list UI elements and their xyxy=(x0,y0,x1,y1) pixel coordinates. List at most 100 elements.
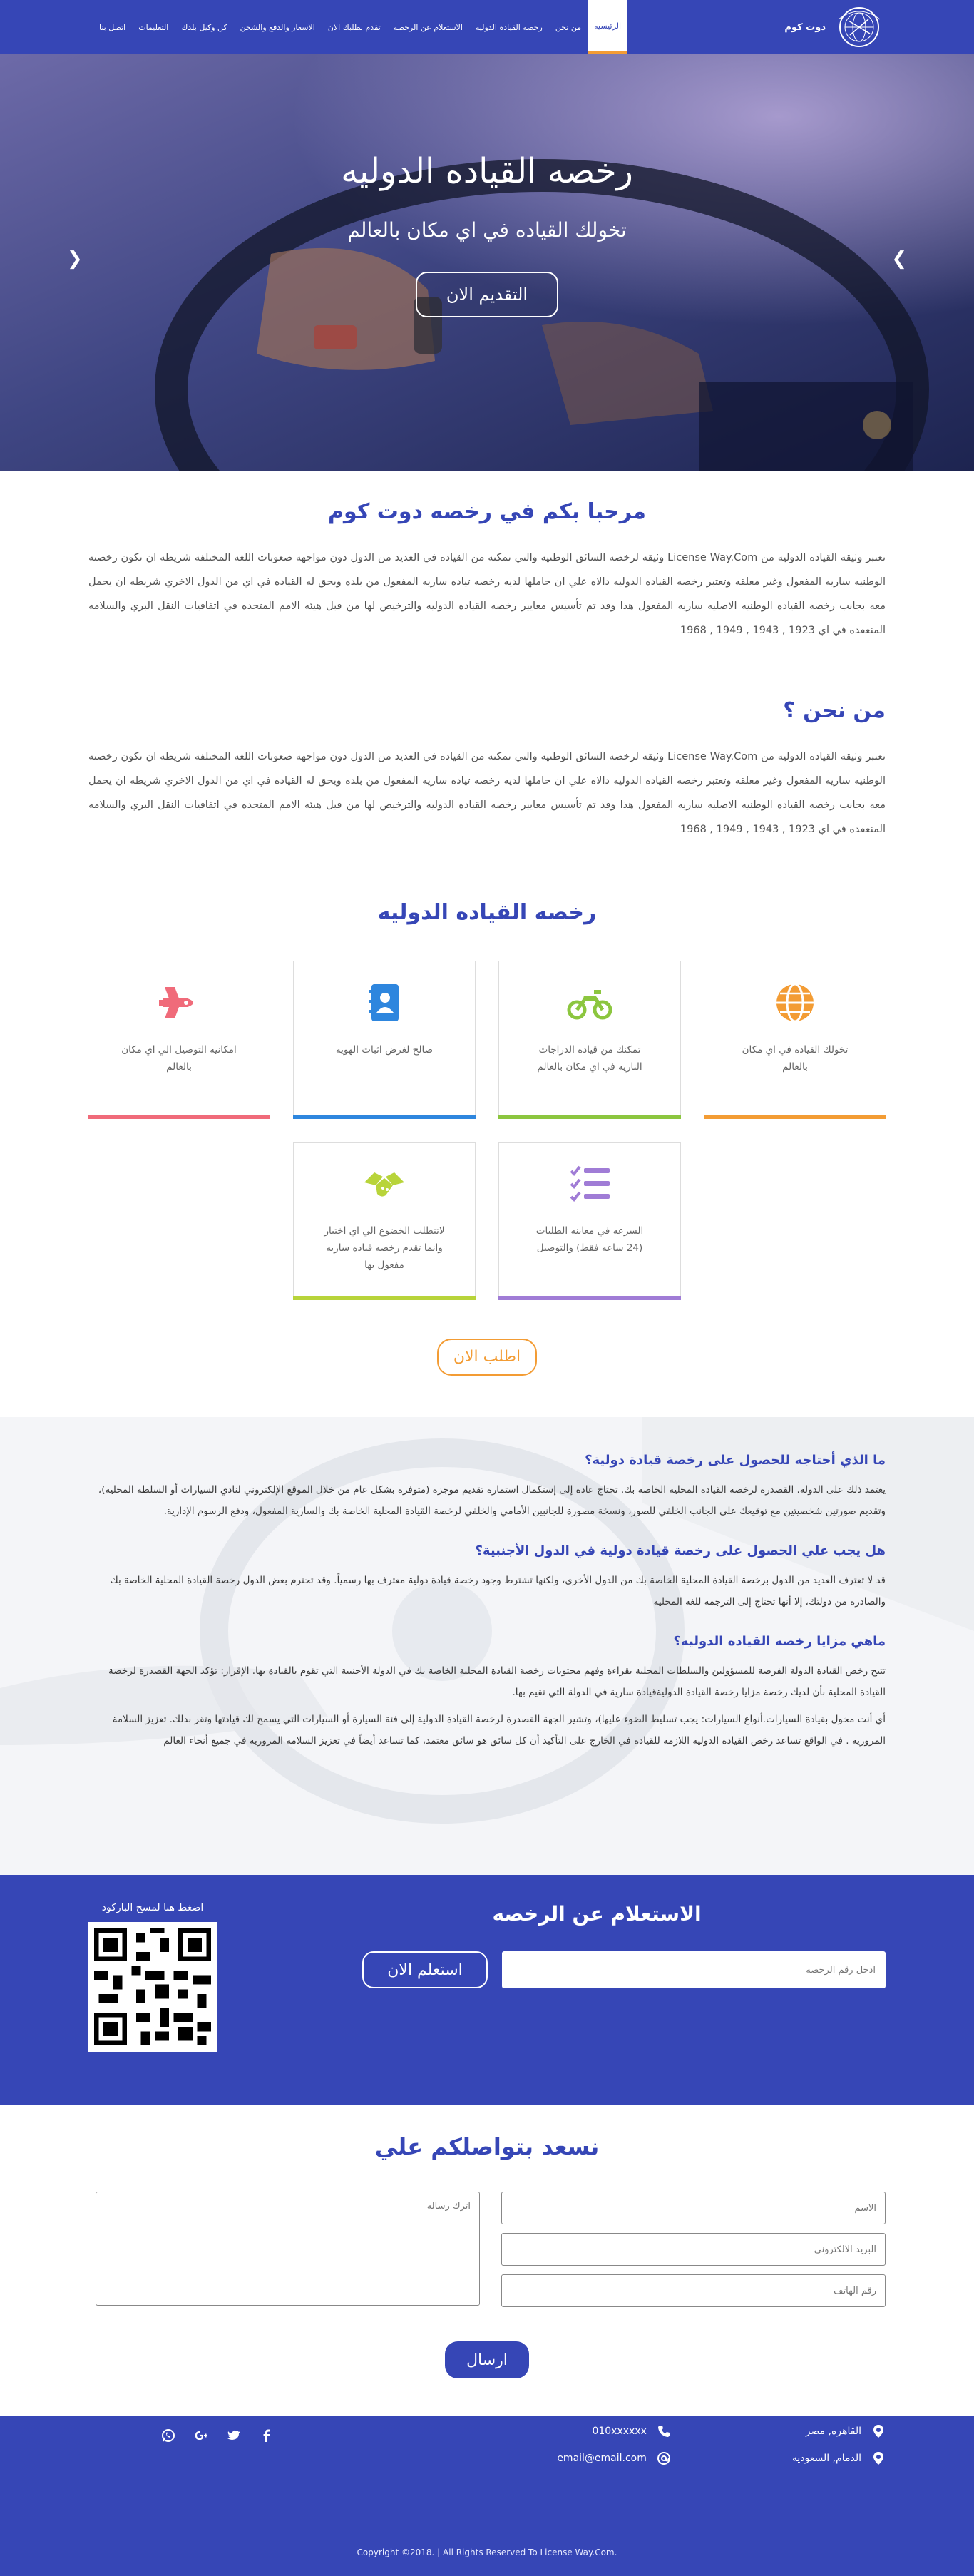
faq-item: ماهي مزايا رخصه القياده الدوليه؟ تتيح رخ… xyxy=(88,1634,886,1752)
welcome-section: مرحبا بكم في رخصه دوت كوم تعتبر وثيقه ال… xyxy=(0,471,974,643)
inquiry-row: استعلم الان xyxy=(308,1951,886,1988)
faq-item: ما الذي أحتاجه للحصول على رخصة قيادة دول… xyxy=(88,1453,886,1522)
name-field[interactable] xyxy=(501,2192,886,2224)
social-links xyxy=(161,2428,274,2443)
features-title: رخصه القياده الدوليه xyxy=(377,900,597,925)
order-now-button[interactable]: اطلب الان xyxy=(437,1339,537,1376)
card-accent-bar xyxy=(498,1115,681,1119)
nav-item-inquiry[interactable]: الاستعلام عن الرخصه xyxy=(387,0,469,54)
feature-card: لاتتطلب الخضوع الي اي اختبار وانما تقدم … xyxy=(293,1142,476,1300)
facebook-icon[interactable] xyxy=(260,2428,274,2443)
phone-field[interactable] xyxy=(501,2274,886,2307)
footer-phone-link[interactable]: 010xxxxxx xyxy=(592,2426,646,2437)
card-accent-bar xyxy=(704,1115,886,1119)
contact-section: نسعد بتواصلكم علي ارسال xyxy=(0,2105,974,2378)
card-accent-bar xyxy=(293,1115,476,1119)
about-title: من نحن ؟ xyxy=(783,698,886,723)
brand-name: دوت كوم xyxy=(784,21,826,33)
hero-content: رخصه القياده الدوليه تخولك القياده في اي… xyxy=(0,54,974,317)
navbar: دوت كوم الرئيسيه من نحن رخصه القياده الد… xyxy=(0,0,974,54)
footer-address-1: القاهره, مصر xyxy=(805,2426,861,2437)
contact-title: نسعد بتواصلكم علي xyxy=(374,2133,600,2160)
feature-cards: تخولك القياده في اي مكان بالعالم تمكنك م… xyxy=(88,961,886,1300)
twitter-icon[interactable] xyxy=(227,2428,241,2443)
feature-text: امكانيه التوصيل الي اي مكان بالعالم xyxy=(121,1044,237,1073)
footer-phone-row: 010xxxxxx xyxy=(557,2424,671,2438)
feature-card: امكانيه التوصيل الي اي مكان بالعالم xyxy=(88,961,270,1119)
faq-answer: قد لا تعترف العديد من الدول برخصة القياد… xyxy=(110,1575,886,1608)
footer: القاهره, مصر الدمام, السعوديه 010xxxxxx … xyxy=(0,2416,974,2576)
faq-answer-continued: أي أنت مخول بقيادة السيارات.أنواع السيار… xyxy=(112,1714,886,1747)
welcome-text: تعتبر وثيقه القياده الدوليه من License W… xyxy=(88,552,886,636)
logo-icon xyxy=(838,7,881,47)
footer-address-2: الدمام, السعوديه xyxy=(791,2453,861,2464)
footer-address-row: الدمام, السعوديه xyxy=(792,2451,886,2465)
features-section: رخصه القياده الدوليه تخولك القياده في اي… xyxy=(0,842,974,1376)
card-accent-bar xyxy=(88,1115,270,1119)
faq-section: ما الذي أحتاجه للحصول على رخصة قيادة دول… xyxy=(0,1417,974,1875)
nav-item-home[interactable]: الرئيسيه xyxy=(588,0,628,54)
qr-code-icon xyxy=(94,1928,211,2045)
footer-addresses: القاهره, مصر الدمام, السعوديه xyxy=(792,2424,886,2465)
globe-icon xyxy=(776,983,814,1023)
brand-link[interactable]: دوت كوم xyxy=(784,5,886,49)
faq-question: ماهي مزايا رخصه القياده الدوليه؟ xyxy=(673,1634,886,1649)
license-number-input[interactable] xyxy=(502,1951,886,1988)
inquiry-section: الاستعلام عن الرخصه استعلم الان اضغط هنا… xyxy=(0,1875,974,2105)
card-accent-bar xyxy=(498,1296,681,1300)
nav-item-instructions[interactable]: التعليمات xyxy=(132,0,175,54)
nav-item-contact[interactable]: اتصل بنا xyxy=(93,0,132,54)
email-field[interactable] xyxy=(501,2233,886,2266)
feature-text: تخولك القياده في اي مكان بالعالم xyxy=(742,1044,849,1073)
inquiry-form: الاستعلام عن الرخصه استعلم الان xyxy=(308,1902,886,2105)
at-icon xyxy=(657,2452,670,2465)
nav-item-apply[interactable]: تقدم بطلبك الان xyxy=(322,0,387,54)
feature-text: صالح لغرض اثبات الهويه xyxy=(335,1044,434,1056)
apply-now-button[interactable]: التقديم الان xyxy=(416,272,558,317)
send-wrap: ارسال xyxy=(88,2341,886,2378)
card-accent-bar xyxy=(293,1296,476,1300)
nav-item-license[interactable]: رخصه القياده الدوليه xyxy=(469,0,549,54)
send-button[interactable]: ارسال xyxy=(445,2341,529,2378)
contact-form xyxy=(88,2192,886,2307)
qr-label: اضغط هنا لمسح الباركود xyxy=(101,1902,204,1913)
message-field[interactable] xyxy=(96,2192,480,2306)
cta-wrap: اطلب الان xyxy=(0,1339,974,1376)
welcome-title: مرحبا بكم في رخصه دوت كوم xyxy=(328,499,646,524)
footer-contacts: 010xxxxxx email@email.com xyxy=(557,2424,671,2465)
faq-item: هل يجب علي الحصول على رخصة قيادة دولية ف… xyxy=(88,1543,886,1612)
nav-item-pricing[interactable]: الاسعار والدفع والشحن xyxy=(234,0,322,54)
nav-item-agent[interactable]: كن وكيل بلدك xyxy=(175,0,233,54)
faq-question: هل يجب علي الحصول على رخصة قيادة دولية ف… xyxy=(475,1543,886,1558)
map-marker-icon xyxy=(873,2452,883,2465)
feature-card: صالح لغرض اثبات الهويه xyxy=(293,961,476,1119)
tasks-icon xyxy=(570,1165,610,1202)
nav-item-about[interactable]: من نحن xyxy=(549,0,588,54)
qr-code[interactable] xyxy=(88,1922,217,2052)
faq-answer: يعتمد ذلك على الدولة. القصدرة لرخصة القي… xyxy=(98,1484,886,1517)
motorcycle-icon xyxy=(567,990,612,1020)
main-nav: الرئيسيه من نحن رخصه القياده الدوليه الا… xyxy=(93,0,628,54)
map-marker-icon xyxy=(873,2425,883,2438)
feature-card: تمكنك من قياده الدراجات النارية في اي مك… xyxy=(498,961,681,1119)
about-section: من نحن ؟ تعتبر وثيقه القياده الدوليه من … xyxy=(0,643,974,842)
feature-text: تمكنك من قياده الدراجات النارية في اي مك… xyxy=(537,1044,642,1073)
address-book-icon xyxy=(369,984,399,1021)
inquire-now-button[interactable]: استعلم الان xyxy=(362,1951,488,1988)
footer-address-row: القاهره, مصر xyxy=(792,2424,886,2438)
copyright: Copyright ©2018. | All Rights Reserved T… xyxy=(357,2547,617,2557)
space-shuttle-icon xyxy=(159,987,193,1018)
inquiry-title: الاستعلام عن الرخصه xyxy=(492,1902,702,1926)
hero-slider: ❮ ❯ رخصه القياده الدوليه تخولك القياده ف… xyxy=(0,54,974,471)
whatsapp-icon[interactable] xyxy=(161,2428,175,2443)
hero-subtitle: تخولك القياده في اي مكان بالعالم xyxy=(347,218,627,242)
footer-email-link[interactable]: email@email.com xyxy=(557,2453,647,2464)
feature-text: لاتتطلب الخضوع الي اي اختبار وانما تقدم … xyxy=(324,1225,445,1271)
google-plus-icon[interactable] xyxy=(194,2428,208,2443)
phone-icon xyxy=(657,2426,670,2437)
about-text: تعتبر وثيقه القياده الدوليه من License W… xyxy=(88,751,886,835)
faq-question: ما الذي أحتاجه للحصول على رخصة قيادة دول… xyxy=(585,1453,886,1468)
footer-email-row: email@email.com xyxy=(557,2451,671,2465)
hero-title: رخصه القياده الدوليه xyxy=(341,151,633,191)
faq-answer: تتيح رخص القيادة الدولة الفرصة للمسؤولين… xyxy=(108,1665,886,1698)
